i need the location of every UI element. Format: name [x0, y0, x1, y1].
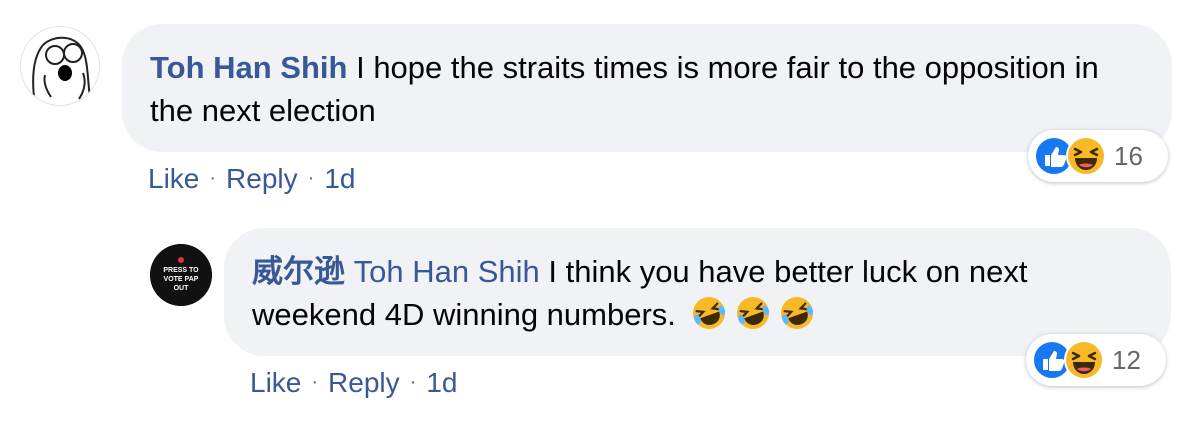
svg-text:PRESS TO: PRESS TO [163, 267, 199, 274]
reply-bubble: 威尔逊 Toh Han Shih I think you have better… [224, 228, 1171, 356]
separator-dot: · [311, 371, 319, 393]
rolling-laughing-icon [733, 295, 773, 342]
reaction-count: 12 [1112, 344, 1141, 375]
reaction-count: 16 [1114, 140, 1143, 171]
commenter-avatar[interactable] [20, 26, 100, 106]
timestamp-link[interactable]: 1d [324, 163, 355, 194]
comment-bubble: Toh Han Shih I hope the straits times is… [122, 24, 1172, 152]
reply-actions: Like · Reply · 1d [250, 367, 457, 399]
separator-dot: · [409, 371, 417, 393]
like-link[interactable]: Like [250, 367, 301, 398]
cartoon-face-icon [32, 36, 92, 105]
separator-dot: · [307, 167, 315, 189]
rolling-laughing-icon [777, 295, 817, 342]
svg-text:OUT: OUT [174, 285, 190, 292]
timestamp-link[interactable]: 1d [426, 367, 457, 398]
mentioned-user[interactable]: Toh Han Shih [354, 254, 540, 289]
comment-actions: Like · Reply · 1d [148, 163, 355, 195]
reply-link[interactable]: Reply [328, 367, 400, 398]
like-link[interactable]: Like [148, 163, 199, 194]
rolling-laughing-icon [689, 295, 729, 342]
reply-avatar[interactable]: PRESS TO VOTE PAP OUT [150, 244, 212, 306]
reaction-summary[interactable]: 12 [1026, 334, 1166, 386]
separator-dot: · [209, 167, 217, 189]
haha-icon [1066, 136, 1106, 176]
svg-text:VOTE PAP: VOTE PAP [164, 276, 199, 283]
reaction-summary[interactable]: 16 [1028, 130, 1168, 182]
reply-author[interactable]: 威尔逊 [252, 254, 345, 289]
comment-author[interactable]: Toh Han Shih [150, 50, 347, 85]
badge-avatar-icon: PRESS TO VOTE PAP OUT [150, 244, 212, 306]
haha-icon [1064, 340, 1104, 380]
reply-link[interactable]: Reply [226, 163, 298, 194]
